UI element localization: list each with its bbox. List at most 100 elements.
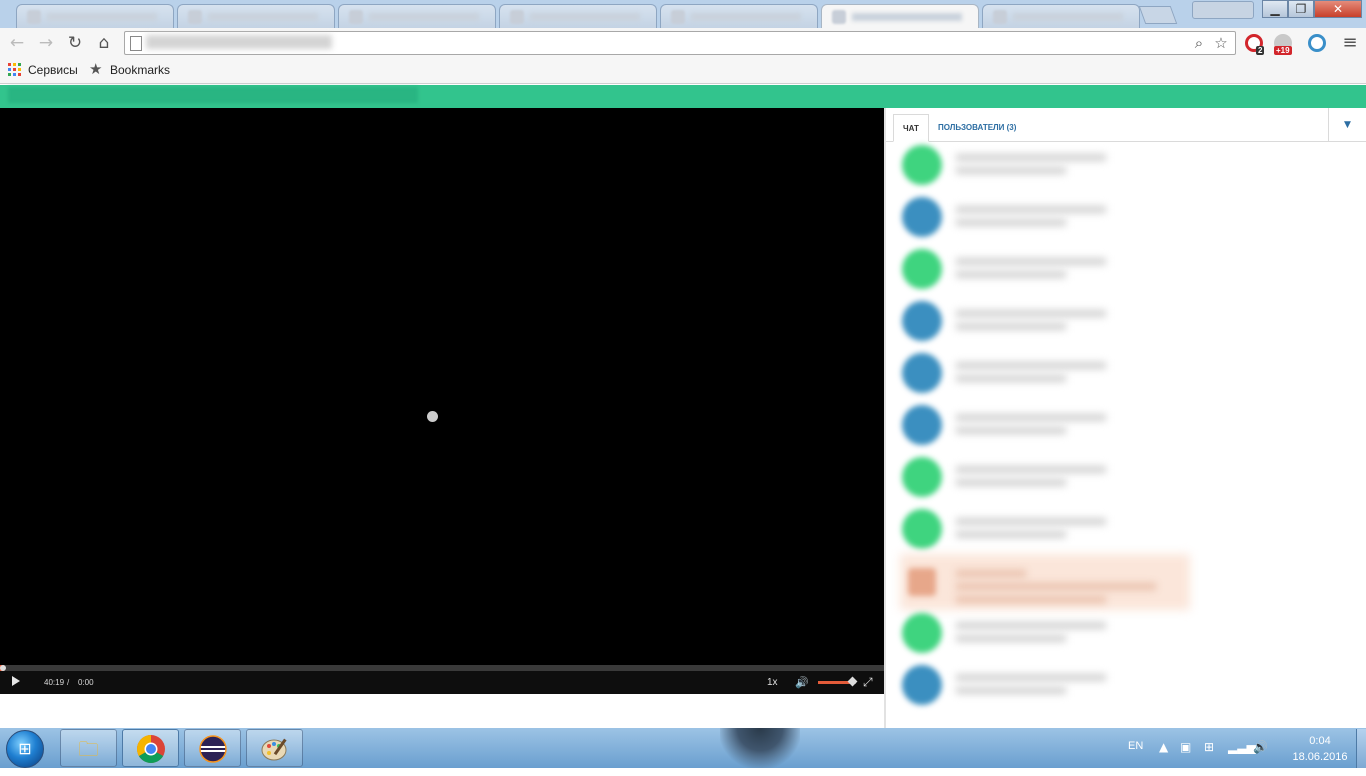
fullscreen-icon[interactable]: ⤢ [863,675,873,690]
taskbar-wallpaper-detail [720,728,800,768]
chat-message-text-redacted [956,674,1106,681]
browser-tab[interactable] [982,4,1140,28]
chat-message-text-redacted [956,622,1106,629]
chat-message-text-redacted [956,258,1106,265]
chat-message-text-redacted [956,167,1066,174]
chrome-icon[interactable] [122,729,179,767]
paint-icon[interactable] [246,729,303,767]
file-explorer-icon[interactable]: 🗀 [60,729,117,767]
show-hidden-icons-icon[interactable]: ▲ [1159,740,1168,754]
reload-icon[interactable]: ↻ [63,32,87,54]
video-player[interactable] [0,108,884,694]
chat-message [900,246,1200,294]
tab-title-redacted [369,13,479,21]
minimize-button[interactable]: ▁ [1262,0,1288,18]
chat-message [900,298,1200,346]
tab-chat[interactable]: ЧАТ [893,114,929,142]
tab-favicon [671,10,685,24]
tab-favicon [349,10,363,24]
bookmark-star-icon[interactable]: ☆ [1211,33,1231,53]
forward-icon[interactable]: → [34,32,58,54]
chat-message [900,454,1200,502]
tab-favicon [27,10,41,24]
show-desktop-button[interactable] [1356,729,1366,768]
clock-time[interactable]: 0:04 [1300,735,1340,747]
bookmarks-star-icon: ★ [89,60,103,78]
avatar [902,353,942,393]
video-current-time: 0:00 [78,678,94,687]
tab-favicon [993,10,1007,24]
menu-icon[interactable]: ≡ [1338,32,1362,54]
chat-message-text-redacted [956,531,1066,538]
tab-title-redacted [530,13,640,21]
chat-message-text-redacted [956,518,1106,525]
network-icon[interactable]: ▂▃▅ [1228,740,1256,754]
zoom-icon[interactable]: ⌕ [1189,33,1209,53]
chat-message [900,554,1200,610]
tab-favicon [188,10,202,24]
chat-message-text-redacted [956,635,1066,642]
bookmarks-folder[interactable]: Bookmarks [110,63,170,77]
chat-message-text-redacted [956,206,1106,213]
action-center-icon[interactable]: ⊞ [1204,740,1214,754]
avatar [908,568,936,596]
language-indicator[interactable]: EN [1128,740,1143,752]
chat-message-text-redacted [956,466,1106,473]
tab-users[interactable]: ПОЛЬЗОВАТЕЛИ (3) [938,123,1016,132]
apps-bookmark[interactable]: Сервисы [28,63,78,77]
apps-grid-icon[interactable] [8,63,21,76]
windows-logo-icon: ⊞ [18,739,32,758]
speaker-icon[interactable]: 🔊 [1253,740,1268,754]
video-controls-bar [0,671,884,694]
time-separator: / [67,678,70,687]
chat-message [900,194,1200,242]
browser-tab[interactable] [499,4,657,28]
chat-message-text-redacted [956,323,1066,330]
opera-badge: 2 [1256,46,1265,55]
chat-message [900,142,1200,190]
chat-message-text-redacted [956,479,1066,486]
chat-message-text-redacted [956,414,1106,421]
tab-title-redacted [852,13,962,21]
back-icon[interactable]: ← [5,32,29,54]
profile-button[interactable] [1192,1,1254,19]
mouse-cursor-dot [427,411,438,422]
bookmarks-bar [0,58,1366,84]
chat-message-text-redacted [956,583,1156,590]
url-text-redacted [146,35,332,49]
browser-tab[interactable] [338,4,496,28]
volume-icon[interactable]: 🔊 [795,676,809,689]
device-icon[interactable]: ▣ [1180,740,1191,754]
home-icon[interactable]: ⌂ [92,32,116,54]
eclipse-icon[interactable] [184,729,241,767]
play-icon[interactable] [12,676,20,686]
chat-message-text-redacted [956,570,1026,577]
page-icon [130,36,142,51]
chat-message-text-redacted [956,375,1066,382]
browser-tab[interactable] [821,4,979,28]
browser-tab[interactable] [16,4,174,28]
playback-speed-button[interactable]: 1x [767,677,778,688]
chat-message [900,662,1200,710]
avatar [902,405,942,445]
browser-tab[interactable] [177,4,335,28]
new-tab-button[interactable] [1138,6,1178,24]
browser-tab[interactable] [660,4,818,28]
chat-message-text-redacted [956,219,1066,226]
avatar [902,197,942,237]
close-button[interactable]: ✕ [1314,0,1362,18]
clock-date[interactable]: 18.06.2016 [1282,751,1358,763]
tab-title-redacted [47,13,157,21]
chat-message-text-redacted [956,271,1066,278]
chat-message [900,350,1200,398]
site-header-redacted [8,87,418,103]
avatar [902,457,942,497]
chat-message-text-redacted [956,154,1106,161]
maximize-button[interactable]: ❐ [1288,0,1314,18]
avatar [902,301,942,341]
drop-extension-icon[interactable] [1308,34,1326,52]
chat-message [900,402,1200,450]
chat-dropdown-icon[interactable]: ▼ [1328,108,1366,142]
tab-favicon [832,10,846,24]
chat-message [900,610,1200,658]
